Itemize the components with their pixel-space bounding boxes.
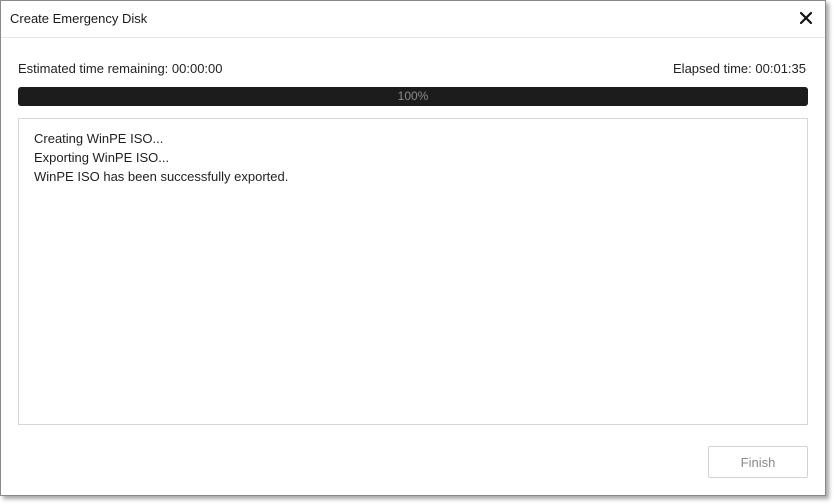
log-line: Exporting WinPE ISO... bbox=[34, 150, 170, 165]
progress-bar: 100% bbox=[18, 87, 808, 106]
progress-percent-label: 100% bbox=[397, 89, 429, 103]
estimated-time-remaining: Estimated time remaining: 00:00:00 bbox=[18, 61, 223, 76]
log-output-panel: Creating WinPE ISO... Exporting WinPE IS… bbox=[18, 118, 808, 425]
log-line: Creating WinPE ISO... bbox=[34, 131, 164, 146]
finish-button[interactable]: Finish bbox=[708, 446, 808, 478]
log-line: WinPE ISO has been successfully exported… bbox=[34, 169, 289, 184]
elapsed-time: Elapsed time: 00:01:35 bbox=[673, 61, 806, 76]
dialog-window: Create Emergency Disk Estimated time rem… bbox=[0, 0, 826, 496]
title-bar: Create Emergency Disk bbox=[1, 1, 825, 38]
close-icon[interactable] bbox=[795, 7, 817, 29]
dialog-title: Create Emergency Disk bbox=[10, 11, 148, 26]
